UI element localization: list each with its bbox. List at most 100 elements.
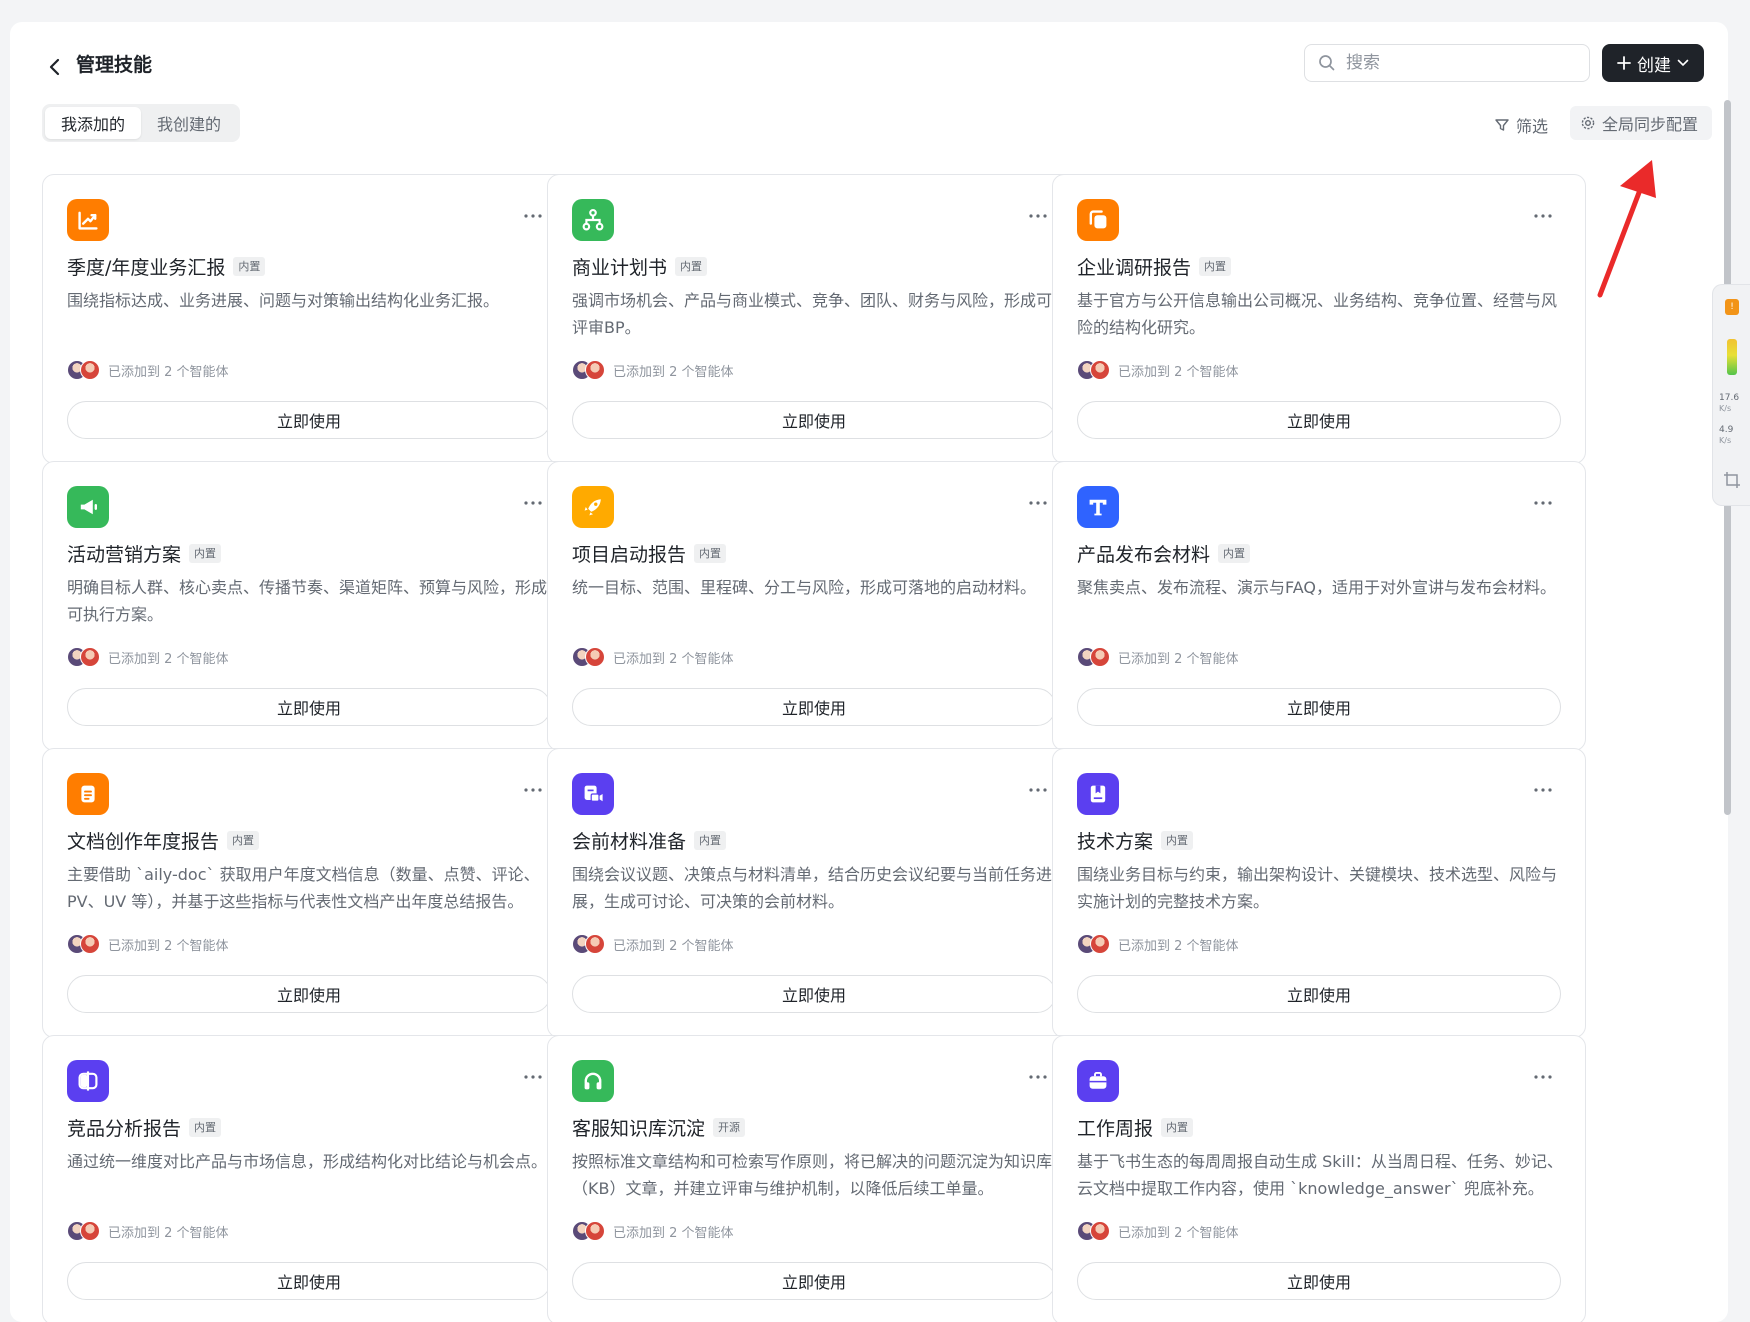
skill-title: 产品发布会材料 [1077,543,1211,566]
annotation-arrow [1597,160,1656,298]
crop-icon[interactable] [1723,471,1741,489]
sync-label: 全局同步配置 [1602,115,1699,134]
ellipsis-icon [1029,214,1047,218]
usage-text: 已添加到 2 个智能体 [613,938,734,954]
search-box[interactable] [1304,44,1590,82]
agent-avatars [67,934,100,954]
create-button[interactable]: 创建 [1602,44,1704,82]
skill-card[interactable]: 项目启动报告 内置 统一目标、范围、里程碑、分工与风险，形成可落地的启动材料。 已添加… [547,461,1081,751]
use-now-button[interactable]: 立即使用 [1077,1262,1561,1300]
use-now-button[interactable]: 立即使用 [67,1262,551,1300]
avatar [1090,647,1110,667]
usage-meta: 已添加到 2 个智能体 [572,646,734,668]
skill-icon-badge [1077,1060,1119,1102]
usage-meta: 已添加到 2 个智能体 [67,359,229,381]
agent-avatars [67,1221,100,1241]
more-options-button[interactable] [519,1066,547,1088]
skill-card[interactable]: 产品发布会材料 内置 聚焦卖点、发布流程、演示与FAQ，适用于对外宣讲与发布会材料。… [1052,461,1586,751]
skill-card[interactable]: 文档创作年度报告 内置 主要借助 `aily-doc` 获取用户年度文档信息（数量、… [42,748,576,1038]
use-now-button[interactable]: 立即使用 [572,1262,1056,1300]
more-options-button[interactable] [1529,779,1557,801]
use-now-button[interactable]: 立即使用 [67,401,551,439]
agent-avatars [1077,1221,1110,1241]
card-title-row: 工作周报 内置 [1077,1112,1194,1142]
plus-icon [1617,56,1631,70]
rocket-icon [584,499,601,516]
avatar [585,647,605,667]
chart-trend-icon [78,211,98,230]
filter-button[interactable]: 筛选 [1494,110,1548,140]
skill-icon-badge [67,486,109,528]
more-options-button[interactable] [519,205,547,227]
ellipsis-icon [1029,501,1047,505]
skill-tag: 内置 [694,830,727,850]
skill-title: 企业调研报告 [1077,256,1192,279]
agent-avatars [67,360,100,380]
more-options-button[interactable] [519,779,547,801]
skill-title: 技术方案 [1077,830,1154,853]
document-icon [81,785,95,803]
usage-meta: 已添加到 2 个智能体 [67,1220,229,1242]
skill-grid: 季度/年度业务汇报 内置 围绕指标达成、业务进展、问题与对策输出结构化业务汇报。 已添… [42,170,1712,1322]
usage-text: 已添加到 2 个智能体 [108,938,229,954]
use-now-button[interactable]: 立即使用 [67,688,551,726]
more-options-button[interactable] [1024,205,1052,227]
search-input[interactable] [1344,52,1578,74]
use-now-button[interactable]: 立即使用 [1077,401,1561,439]
agent-avatars [572,647,605,667]
more-options-button[interactable] [1529,492,1557,514]
skill-description: 基于官方与公开信息输出公司概况、业务结构、竞争位置、经营与风险的结构化研究。 [1077,291,1558,337]
skill-icon-badge [67,199,109,241]
use-now-button[interactable]: 立即使用 [572,688,1056,726]
use-now-button[interactable]: 立即使用 [1077,975,1561,1013]
agent-avatars [67,647,100,667]
use-now-button[interactable]: 立即使用 [1077,688,1561,726]
more-options-button[interactable] [1024,492,1052,514]
more-options-button[interactable] [1024,1066,1052,1088]
skill-tag: 内置 [189,543,222,563]
ellipsis-icon [524,1075,542,1079]
usage-meta: 已添加到 2 个智能体 [1077,1220,1239,1242]
skill-tag: 内置 [694,543,727,563]
skill-card[interactable]: 季度/年度业务汇报 内置 围绕指标达成、业务进展、问题与对策输出结构化业务汇报。 已添… [42,174,576,464]
more-options-button[interactable] [1529,205,1557,227]
skill-card[interactable]: 客服知识库沉淀 开源 按照标准文章结构和可检索写作原则，将已解决的问题沉淀为知识库（… [547,1035,1081,1322]
create-label: 创建 [1637,55,1671,76]
more-options-button[interactable] [519,492,547,514]
gear-icon [1581,116,1595,130]
usage-text: 已添加到 2 个智能体 [613,651,734,667]
skill-card[interactable]: 会前材料准备 内置 围绕会议议题、决策点与材料清单，结合历史会议纪要与当前任务进展，… [547,748,1081,1038]
more-options-button[interactable] [1529,1066,1557,1088]
skill-tag: 开源 [713,1117,746,1137]
tab-switcher: 我添加的 我创建的 [42,104,241,142]
card-title-row: 文档创作年度报告 内置 [67,825,260,855]
monitor-logo-icon: ! [1725,299,1739,315]
skill-icon-badge [1077,486,1119,528]
usage-meta: 已添加到 2 个智能体 [67,933,229,955]
skill-card[interactable]: 商业计划书 内置 强调市场机会、产品与商业模式、竞争、团队、财务与风险，形成可评审B… [547,174,1081,464]
skill-card[interactable]: 工作周报 内置 基于飞书生态的每周周报自动生成 Skill：从当周日程、任务、妙记、… [1052,1035,1586,1322]
tab-created[interactable]: 我创建的 [141,107,237,139]
filter-label: 筛选 [1516,117,1549,136]
usage-meta: 已添加到 2 个智能体 [572,359,734,381]
global-sync-config-button[interactable]: 全局同步配置 [1570,106,1712,140]
skill-icon-badge [572,773,614,815]
filter-icon [1495,119,1509,131]
avatar [585,360,605,380]
skill-card[interactable]: 竞品分析报告 内置 通过统一维度对比产品与市场信息，形成结构化对比结论与机会点。 已添… [42,1035,576,1322]
use-now-button[interactable]: 立即使用 [572,401,1056,439]
skill-title: 项目启动报告 [572,543,687,566]
more-options-button[interactable] [1024,779,1052,801]
skill-card[interactable]: 活动营销方案 内置 明确目标人群、核心卖点、传播节奏、渠道矩阵、预算与风险，形成可执… [42,461,576,751]
agent-avatars [1077,360,1110,380]
ellipsis-icon [524,788,542,792]
ellipsis-icon [1029,788,1047,792]
skill-card[interactable]: 企业调研报告 内置 基于官方与公开信息输出公司概况、业务结构、竞争位置、经营与风险的… [1052,174,1586,464]
usage-meta: 已添加到 2 个智能体 [572,1220,734,1242]
use-now-button[interactable]: 立即使用 [572,975,1056,1013]
tab-added[interactable]: 我添加的 [45,107,142,139]
usage-meta: 已添加到 2 个智能体 [67,646,229,668]
skill-card[interactable]: 技术方案 内置 围绕业务目标与约束，输出架构设计、关键模块、技术选型、风险与实施计划… [1052,748,1586,1038]
use-now-button[interactable]: 立即使用 [67,975,551,1013]
network-monitor-widget[interactable]: ! 17.6 K/s 4.9 K/s [1712,284,1750,506]
